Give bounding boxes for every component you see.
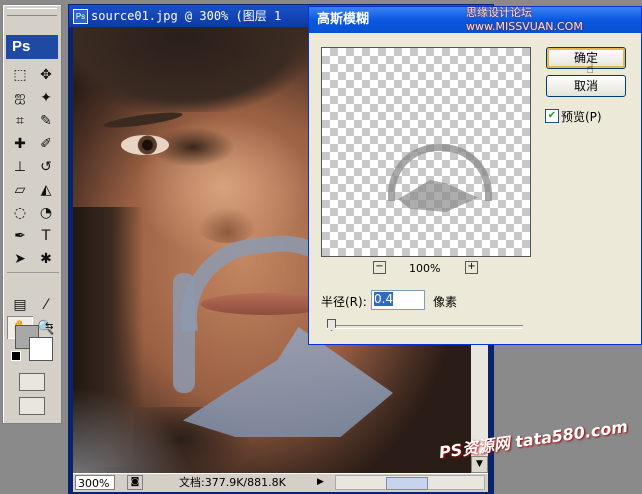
status-menu-arrow-icon[interactable]: ▶: [317, 475, 329, 490]
path-select-icon[interactable]: ➤: [7, 247, 33, 270]
slice-icon[interactable]: ✎: [33, 109, 59, 132]
background-region: [73, 387, 193, 473]
eye: [121, 135, 169, 155]
eyebrow: [102, 109, 184, 131]
custom-shape-icon[interactable]: ✱: [33, 247, 59, 270]
radius-unit-label: 像素: [433, 295, 458, 309]
mouse-cursor-icon: ☝: [586, 62, 594, 77]
eraser-icon[interactable]: ▱: [7, 178, 33, 201]
lasso-icon[interactable]: ஐ: [7, 86, 33, 109]
color-swatches: ⇆: [11, 321, 57, 363]
zoom-out-icon[interactable]: −: [373, 261, 386, 274]
document-size: 文档:377.9K/881.8K: [179, 476, 286, 489]
preview-zoom-level: 100%: [409, 262, 441, 275]
preview-pane[interactable]: [321, 47, 531, 257]
hair-region: [73, 27, 313, 112]
beard-side: [173, 273, 195, 393]
blur-icon[interactable]: ◌: [7, 201, 33, 224]
tools-panel: Ps ⬚✥ஐ✦⌗✎✚✐⊥↺▱◭◌◔✒T➤✱▤⁄✋🔍 ⇆: [2, 4, 62, 424]
preview-label[interactable]: 预览(P): [561, 108, 602, 125]
eyedropper-icon[interactable]: ⁄: [33, 293, 59, 316]
magic-wand-icon[interactable]: ✦: [33, 86, 59, 109]
brush-icon[interactable]: ✐: [33, 132, 59, 155]
radius-value: 0.4: [374, 292, 394, 306]
healing-brush-icon[interactable]: ✚: [7, 132, 33, 155]
clone-stamp-icon[interactable]: ⊥: [7, 155, 33, 178]
type-icon[interactable]: T: [33, 224, 59, 247]
radius-label: 半径(R):: [321, 295, 367, 309]
radius-slider-track[interactable]: [327, 325, 523, 329]
panel-grip[interactable]: [7, 8, 57, 16]
crop-icon[interactable]: ⌗: [7, 109, 33, 132]
scroll-down-arrow-icon[interactable]: ▼: [471, 456, 488, 473]
gaussian-blur-dialog: 高斯模糊 − 100% + 确定 取消 ✔ 预览(P) 半径(R): 0.4 像…: [308, 6, 642, 345]
dodge-icon[interactable]: ◔: [33, 201, 59, 224]
ps-logo[interactable]: Ps: [6, 35, 58, 59]
paint-bucket-icon[interactable]: ◭: [33, 178, 59, 201]
pen-icon[interactable]: ✒: [7, 224, 33, 247]
preview-checkbox[interactable]: ✔: [545, 109, 559, 123]
watermark-top: 思缘设计论坛 www.MISSVUAN.COM: [466, 6, 583, 33]
nose: [197, 207, 257, 243]
horizontal-scroll-thumb[interactable]: [386, 477, 428, 490]
zoom-field[interactable]: 300%: [75, 475, 115, 490]
default-colors-icon[interactable]: [11, 351, 21, 361]
move-icon[interactable]: ✥: [33, 63, 59, 86]
tool-separator: [7, 272, 59, 277]
cancel-button[interactable]: 取消: [546, 75, 626, 97]
status-bar: 300% ◙ 文档:377.9K/881.8K ▶: [73, 473, 488, 492]
horizontal-scrollbar[interactable]: [335, 475, 485, 490]
tool-grid: ⬚✥ஐ✦⌗✎✚✐⊥↺▱◭◌◔✒T➤✱▤⁄✋🔍: [7, 63, 59, 339]
quick-mask-button[interactable]: [19, 373, 45, 391]
history-brush-icon[interactable]: ↺: [33, 155, 59, 178]
radius-slider-thumb[interactable]: [327, 319, 336, 331]
radius-input[interactable]: 0.4: [371, 290, 425, 310]
screen-mode-button[interactable]: [19, 397, 45, 415]
status-info-button[interactable]: ◙: [127, 475, 143, 490]
zoom-in-icon[interactable]: +: [465, 261, 478, 274]
notes-icon[interactable]: ▤: [7, 293, 33, 316]
swap-colors-icon[interactable]: ⇆: [45, 321, 53, 332]
document-title: source01.jpg @ 300% (图层 1: [91, 9, 282, 23]
rect-marquee-icon[interactable]: ⬚: [7, 63, 33, 86]
document-ps-icon: Ps: [73, 9, 88, 24]
background-color[interactable]: [29, 337, 53, 361]
